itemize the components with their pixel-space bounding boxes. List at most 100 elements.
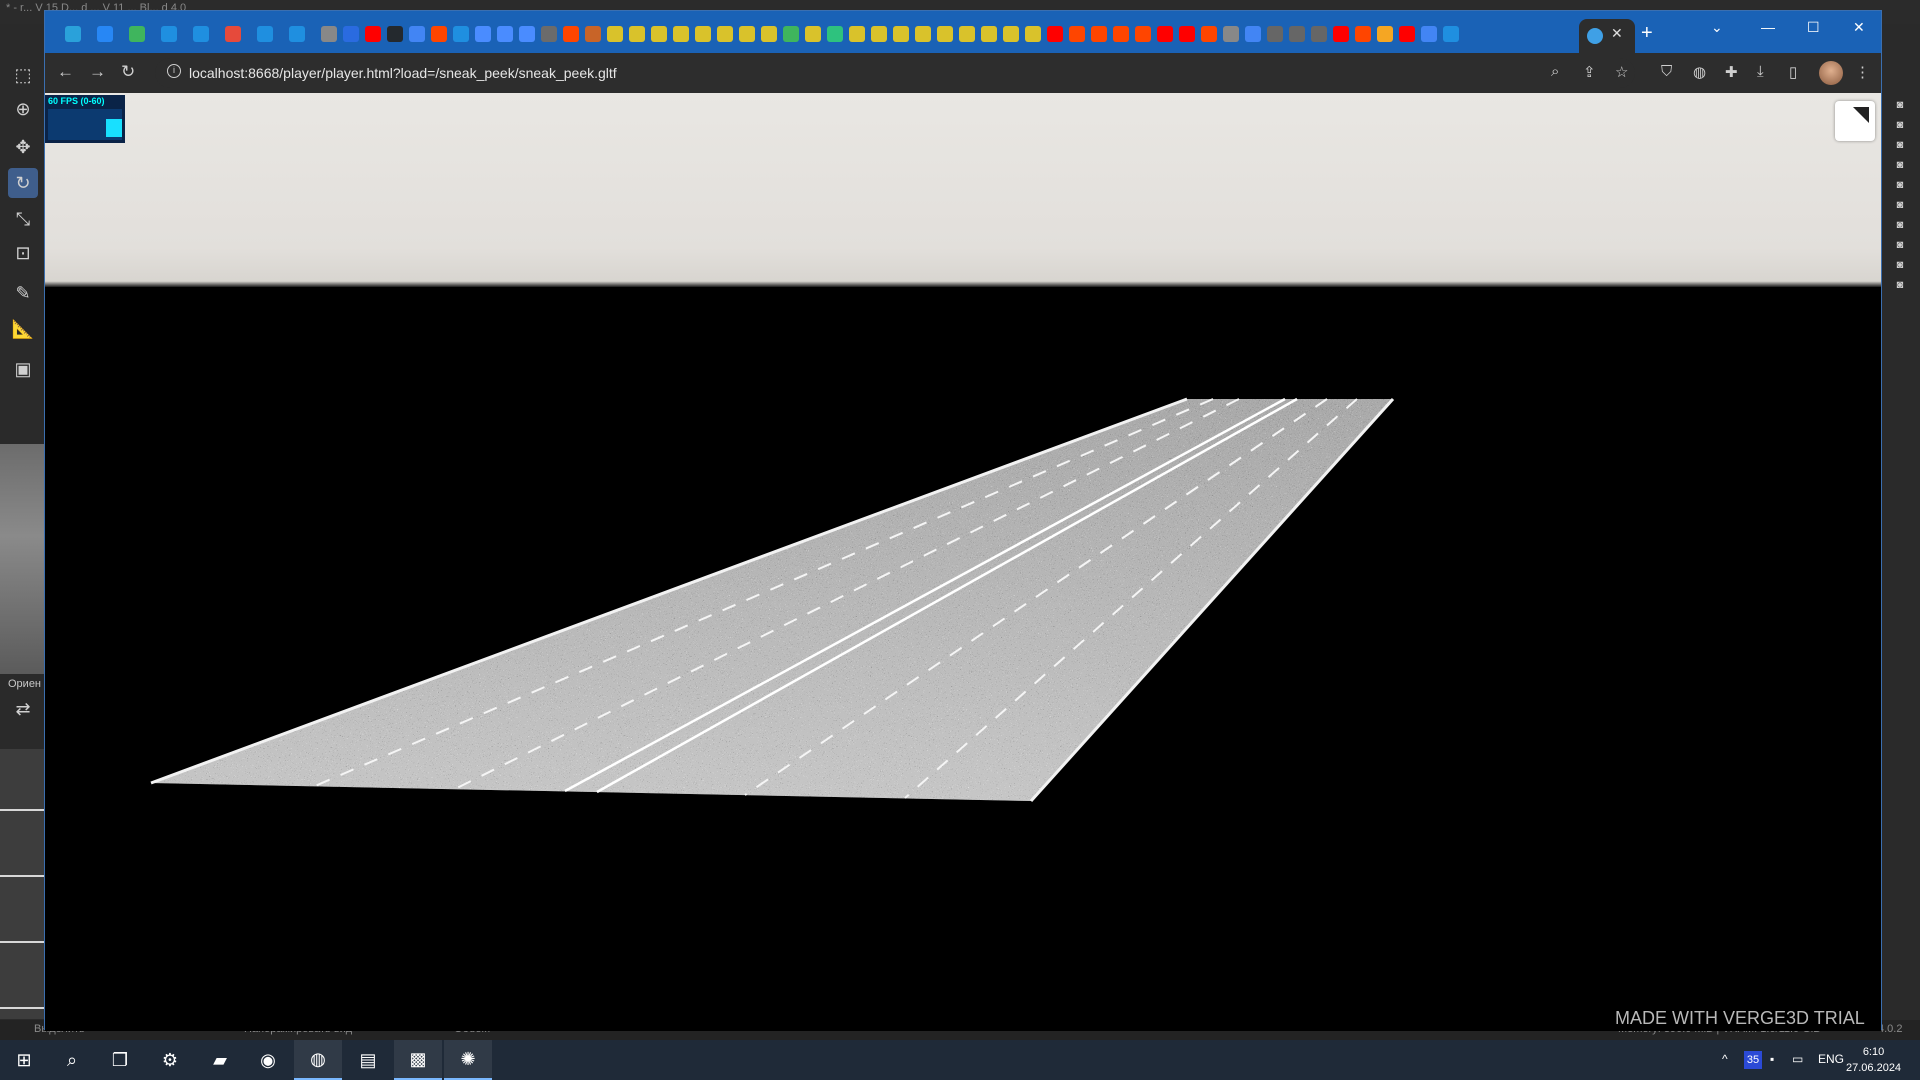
pinned-tab-favicon-icon[interactable] (343, 26, 359, 42)
verge3d-viewport[interactable]: 60 FPS (0-60) MADE WITH VERGE3D TRIAL (45, 93, 1881, 1031)
add-cube-icon[interactable]: ▣ (8, 354, 38, 384)
pinned-tab-favicon-icon[interactable] (193, 26, 209, 42)
blender-icon[interactable]: ✺ (444, 1040, 492, 1080)
pinned-tab-favicon-icon[interactable] (497, 26, 513, 42)
close-tab-icon[interactable]: ✕ (1611, 25, 1623, 42)
pinned-tab-favicon-icon[interactable] (225, 26, 241, 42)
url-text[interactable]: localhost:8668/player/player.html?load=/… (189, 65, 617, 81)
network-icon[interactable]: ▭ (1792, 1052, 1803, 1066)
move-icon[interactable]: ✥ (8, 132, 38, 162)
settings-gear-icon[interactable]: ⚙ (146, 1040, 194, 1080)
pinned-tab-favicon-icon[interactable] (1443, 26, 1459, 42)
transform-icon[interactable]: ⊡ (8, 238, 38, 268)
extensions-puzzle-icon[interactable]: ✚ (1725, 63, 1738, 81)
pinned-tab-favicon-icon[interactable] (1377, 26, 1393, 42)
shield-extension-icon[interactable]: ⛉ (1661, 63, 1672, 80)
tray-expand-icon[interactable]: ^ (1722, 1052, 1728, 1066)
pinned-tab-favicon-icon[interactable] (475, 26, 491, 42)
pinned-tab-favicon-icon[interactable] (1311, 26, 1327, 42)
back-icon[interactable]: ← (57, 62, 74, 82)
maximize-icon[interactable]: ☐ (1807, 19, 1820, 36)
rotate-icon[interactable]: ↻ (8, 168, 38, 198)
pinned-tab-favicon-icon[interactable] (257, 26, 273, 42)
cursor-icon[interactable]: ⊕ (8, 94, 38, 124)
select-box-icon[interactable]: ⬚ (8, 60, 38, 90)
pinned-tab-favicon-icon[interactable] (1025, 26, 1041, 42)
pinned-tab-favicon-icon[interactable] (1289, 26, 1305, 42)
side-panel-icon[interactable]: ▯ (1789, 63, 1797, 81)
pinned-tab-favicon-icon[interactable] (1069, 26, 1085, 42)
pinned-tab-favicon-icon[interactable] (289, 26, 305, 42)
pinned-tab-favicon-icon[interactable] (431, 26, 447, 42)
pinned-tab-favicon-icon[interactable] (871, 26, 887, 42)
pinned-tab-favicon-icon[interactable] (541, 26, 557, 42)
pinned-tab-favicon-icon[interactable] (849, 26, 865, 42)
download-icon[interactable]: ⤓ (1757, 63, 1764, 80)
tab-active[interactable]: ✕ (1579, 19, 1635, 53)
chrome-icon[interactable]: ◉ (244, 1040, 292, 1080)
pinned-tab-favicon-icon[interactable] (1091, 26, 1107, 42)
close-window-icon[interactable]: ✕ (1853, 19, 1865, 36)
pinned-tab-favicon-icon[interactable] (915, 26, 931, 42)
browser-app-icon[interactable]: ◍ (294, 1040, 342, 1080)
new-tab-button[interactable]: + (1641, 22, 1653, 45)
pinned-tab-favicon-icon[interactable] (97, 26, 113, 42)
clock[interactable]: 6:10 27.06.2024 (1846, 1044, 1901, 1076)
search-icon[interactable]: ⌕ (48, 1040, 96, 1080)
bookmark-star-icon[interactable]: ☆ (1615, 63, 1628, 81)
scale-icon[interactable]: ⤡ (8, 204, 38, 234)
pinned-tab-favicon-icon[interactable] (629, 26, 645, 42)
camera-icon[interactable]: ◙ (1892, 138, 1908, 152)
start-windows-icon[interactable]: ⊞ (0, 1040, 48, 1080)
pinned-tab-favicon-icon[interactable] (161, 26, 177, 42)
pinned-tab-favicon-icon[interactable] (717, 26, 733, 42)
camera-icon[interactable]: ◙ (1892, 118, 1908, 132)
menu-kebab-icon[interactable]: ⋮ (1855, 63, 1870, 81)
forward-icon[interactable]: → (89, 62, 106, 82)
pinned-tab-favicon-icon[interactable] (981, 26, 997, 42)
pinned-tab-favicon-icon[interactable] (695, 26, 711, 42)
pinned-tab-favicon-icon[interactable] (1179, 26, 1195, 42)
pinned-tab-favicon-icon[interactable] (783, 26, 799, 42)
file-explorer-icon[interactable]: ▰ (196, 1040, 244, 1080)
pinned-tab-favicon-icon[interactable] (893, 26, 909, 42)
orientation-dropdown-icon[interactable]: ⇄ (8, 694, 38, 724)
pinned-tab-favicon-icon[interactable] (607, 26, 623, 42)
pinned-tab-favicon-icon[interactable] (827, 26, 843, 42)
pinned-tab-favicon-icon[interactable] (1421, 26, 1437, 42)
pinned-tab-favicon-icon[interactable] (1399, 26, 1415, 42)
pinned-tab-favicon-icon[interactable] (651, 26, 667, 42)
address-bar[interactable]: i localhost:8668/player/player.html?load… (155, 58, 1635, 88)
camera-icon[interactable]: ◙ (1892, 278, 1908, 292)
annotate-icon[interactable]: ✎ (8, 278, 38, 308)
pinned-tab-favicon-icon[interactable] (519, 26, 535, 42)
pinned-tab-favicon-icon[interactable] (387, 26, 403, 42)
camera-icon[interactable]: ◙ (1892, 218, 1908, 232)
share-icon[interactable]: ⇪ (1583, 63, 1596, 81)
tray-app-icon[interactable]: ▪ (1770, 1052, 1774, 1066)
camera-icon[interactable]: ◙ (1892, 258, 1908, 272)
pinned-tab-favicon-icon[interactable] (1003, 26, 1019, 42)
pinned-tab-favicon-icon[interactable] (959, 26, 975, 42)
site-info-icon[interactable]: i (167, 64, 181, 78)
globe-extension-icon[interactable]: ◍ (1693, 63, 1706, 81)
measure-icon[interactable]: 📐 (8, 314, 38, 344)
pinned-tab-favicon-icon[interactable] (65, 26, 81, 42)
pinned-tab-favicon-icon[interactable] (1201, 26, 1217, 42)
pinned-tab-favicon-icon[interactable] (761, 26, 777, 42)
camera-icon[interactable]: ◙ (1892, 238, 1908, 252)
pinned-tab-favicon-icon[interactable] (673, 26, 689, 42)
camera-icon[interactable]: ◙ (1892, 178, 1908, 192)
pinned-tab-favicon-icon[interactable] (365, 26, 381, 42)
pinned-tab-favicon-icon[interactable] (937, 26, 953, 42)
zoom-icon[interactable]: ⌕ (1551, 63, 1559, 80)
camera-icon[interactable]: ◙ (1892, 158, 1908, 172)
pinned-tab-favicon-icon[interactable] (1267, 26, 1283, 42)
pinned-tab-favicon-icon[interactable] (585, 26, 601, 42)
fullscreen-button[interactable] (1835, 101, 1875, 141)
camera-icon[interactable]: ◙ (1892, 198, 1908, 212)
pinned-tab-favicon-icon[interactable] (1113, 26, 1129, 42)
pinned-tab-favicon-icon[interactable] (805, 26, 821, 42)
tray-badge[interactable]: 35 (1744, 1051, 1762, 1069)
reload-icon[interactable]: ↻ (121, 62, 135, 82)
